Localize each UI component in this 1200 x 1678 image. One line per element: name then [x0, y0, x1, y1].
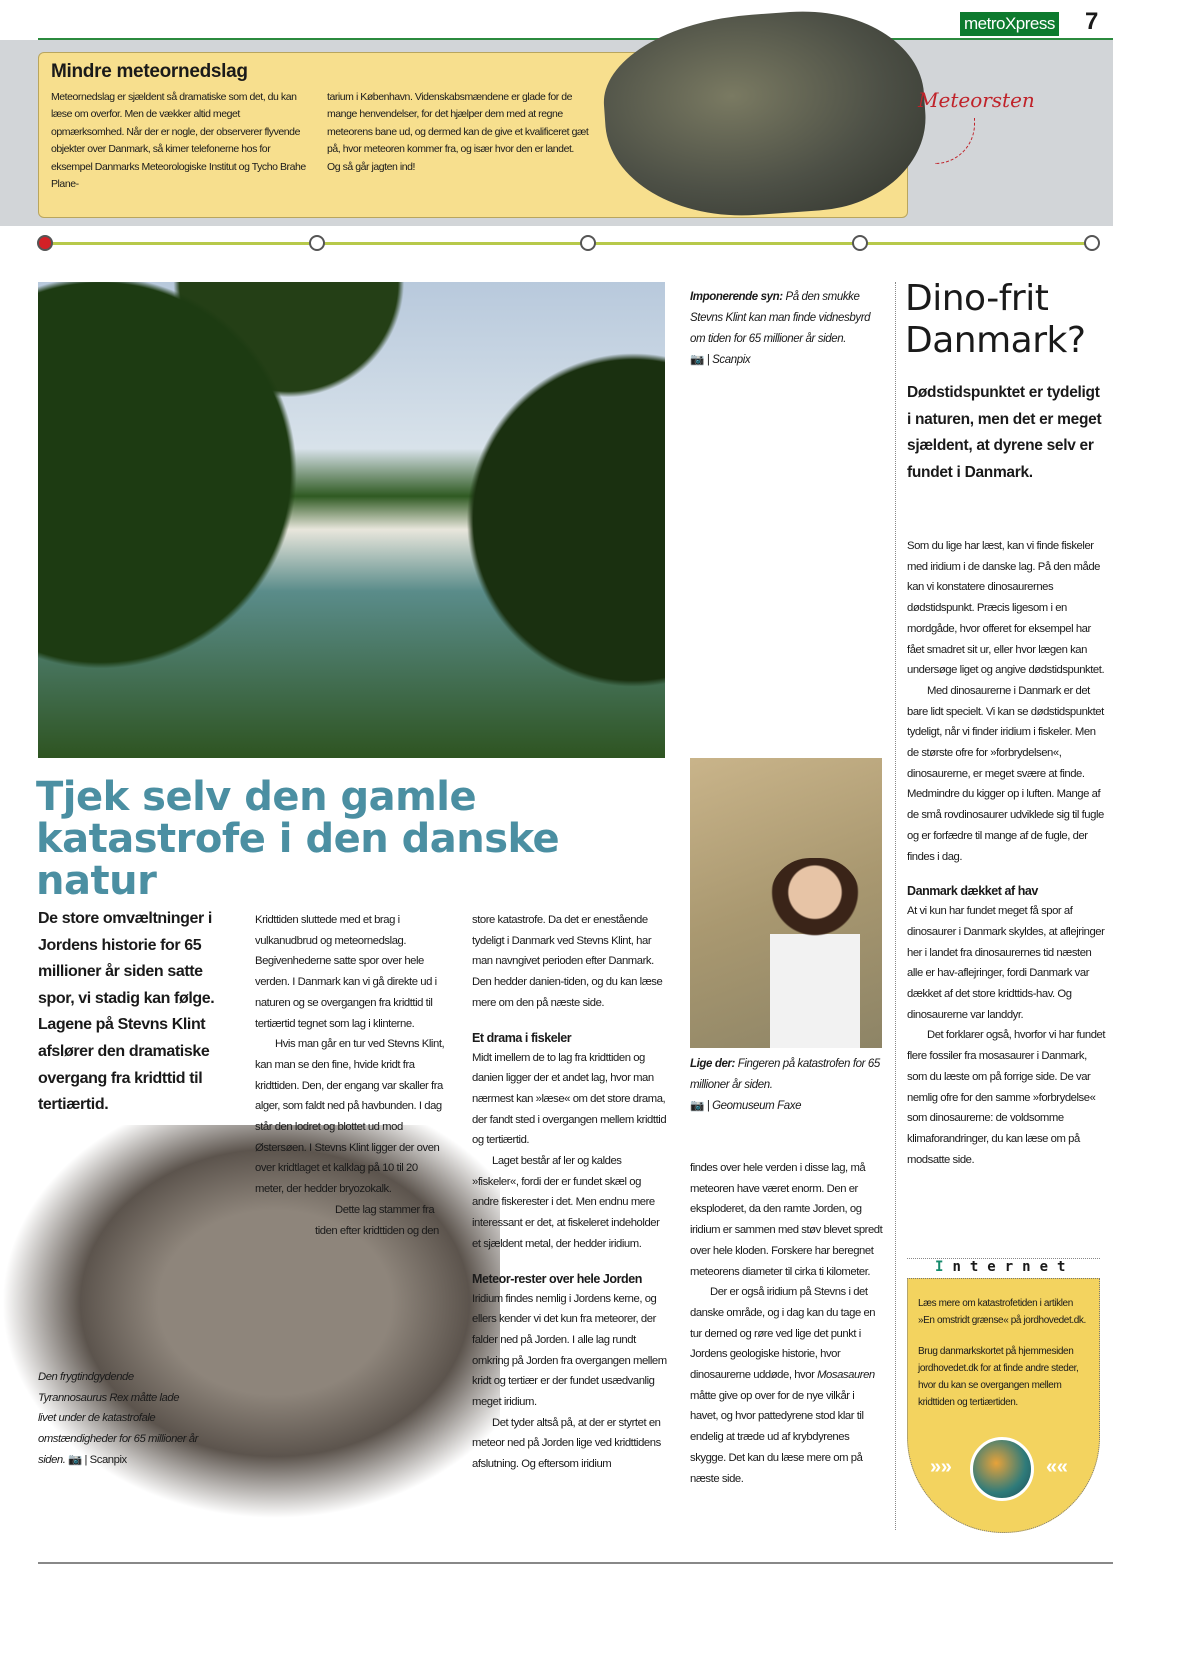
chevron-right-icon: »»	[930, 1456, 952, 1478]
internet-heading: Internet	[935, 1259, 1075, 1275]
footer-rule	[38, 1562, 1113, 1564]
camera-icon: 📷	[68, 1453, 82, 1466]
meteorite-label: Meteorsten	[918, 88, 1035, 112]
column-divider	[895, 282, 896, 1530]
timeline-dot	[580, 235, 596, 251]
page-number: 7	[1085, 8, 1099, 35]
camera-icon: 📷	[690, 354, 704, 366]
photo1-caption: Imponerende syn: På den smukke Stevns Kl…	[690, 291, 871, 366]
chevron-left-icon: ««	[1046, 1456, 1068, 1478]
timeline-track	[45, 242, 1092, 245]
globe-icon	[970, 1437, 1034, 1501]
sidebar-title: Dino-frit Danmark?	[905, 278, 1086, 361]
sidebar-body: Som du lige har læst, kan vi finde fiske…	[907, 540, 1106, 1166]
geologist-photo	[690, 758, 882, 1048]
article-col2: Kridttiden sluttede med et brag i vulkan…	[255, 914, 445, 1237]
sidebox-title: Mindre meteornedslag	[51, 61, 248, 82]
photo2-caption: Lige der: Fingeren på katastrofen for 65…	[690, 1058, 880, 1112]
article-col4: findes over hele verden i disse lag, må …	[690, 1162, 883, 1485]
sidebox-col1: Meteornedslag er sjældent så dramatiske …	[51, 91, 306, 191]
stevns-klint-photo	[38, 282, 665, 758]
camera-icon: 📷	[690, 1100, 704, 1112]
dino-caption: Den frygtindgydende Tyrannosaurus Rex må…	[38, 1371, 198, 1466]
internet-box: Læs mere om katastrofetiden i artiklen »…	[907, 1278, 1100, 1533]
sidebox-col2: tarium i København. Videnskabsmændene er…	[327, 91, 589, 173]
timeline-dot-active	[37, 235, 53, 251]
internet-link-2[interactable]: Brug danmarkskortet på hjemmesiden jordh…	[918, 1343, 1089, 1411]
sidebar-lead: Dødstidspunktet er tydeligt i naturen, m…	[907, 384, 1102, 481]
timeline-dot	[1084, 235, 1100, 251]
article-col3: store katastrofe. Da det er enestående t…	[472, 914, 667, 1471]
brand-logo: metroXpress	[960, 12, 1059, 36]
internet-link-1[interactable]: Læs mere om katastrofetiden i artiklen »…	[918, 1295, 1089, 1329]
timeline-dot	[852, 235, 868, 251]
headline: Tjek selv den gamle katastrofe i den dan…	[36, 774, 560, 904]
timeline-dot	[309, 235, 325, 251]
lead-paragraph: De store omvæltninger i Jordens historie…	[38, 910, 215, 1114]
